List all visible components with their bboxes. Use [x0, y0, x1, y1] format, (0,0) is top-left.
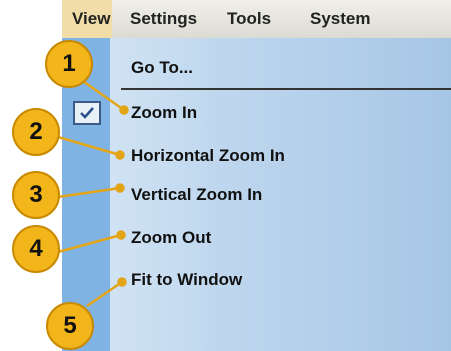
callout-3: 3: [12, 171, 60, 219]
callout-2: 2: [12, 108, 60, 156]
callout-5: 5: [46, 302, 94, 350]
callout-1: 1: [45, 40, 93, 88]
callout-4: 4: [12, 225, 60, 273]
